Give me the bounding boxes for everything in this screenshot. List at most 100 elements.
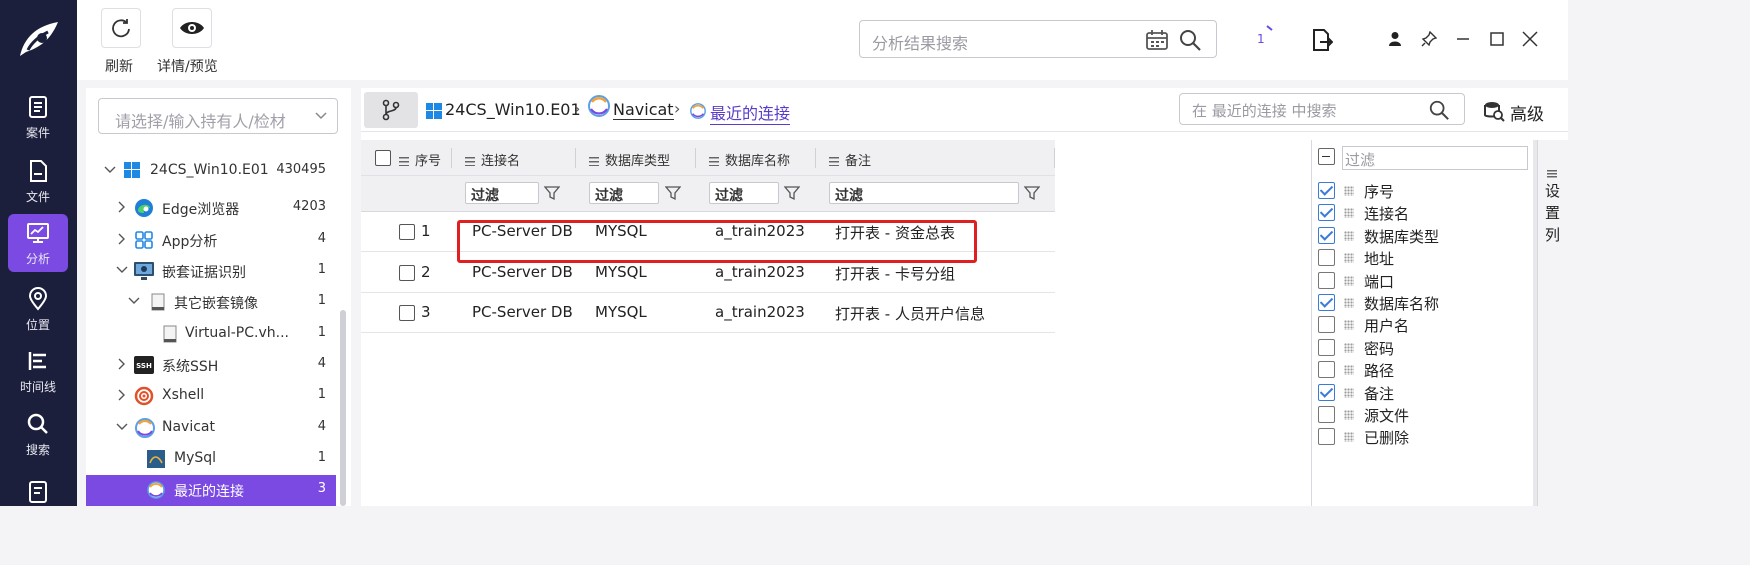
- column-settings-tab[interactable]: 设置列: [1537, 140, 1568, 506]
- tree-item-virtual-pc[interactable]: Virtual-PC.vh... 1: [86, 319, 336, 349]
- drag-handle-icon[interactable]: [1344, 387, 1354, 398]
- maximize-icon[interactable]: [1486, 28, 1508, 50]
- filter-icon[interactable]: [1024, 185, 1040, 201]
- close-icon[interactable]: [1519, 28, 1541, 50]
- filter-input-note[interactable]: 过滤: [829, 182, 1019, 204]
- column-option-checkbox[interactable]: [1318, 338, 1335, 356]
- refresh-button[interactable]: [101, 8, 141, 48]
- export-icon[interactable]: [1309, 27, 1335, 53]
- chevron-right-icon[interactable]: [116, 389, 128, 401]
- column-option[interactable]: 数据库名称: [1316, 292, 1516, 314]
- drag-handle-icon[interactable]: [1344, 275, 1354, 286]
- row-checkbox[interactable]: [399, 305, 415, 321]
- details-preview-button[interactable]: [172, 8, 212, 48]
- column-option-checkbox[interactable]: [1318, 428, 1335, 446]
- search-icon[interactable]: [1178, 28, 1202, 52]
- column-option-checkbox[interactable]: [1318, 226, 1335, 244]
- filter-icon[interactable]: [544, 185, 560, 201]
- column-option[interactable]: 连接名: [1316, 202, 1516, 224]
- column-option[interactable]: 端口: [1316, 270, 1516, 292]
- column-header-db-name[interactable]: 数据库名称: [709, 150, 790, 169]
- column-header-db-type[interactable]: 数据库类型: [589, 150, 670, 169]
- table-row[interactable]: 3 PC-Server DB MYSQL a_train2023 打开表 - 人…: [361, 293, 1055, 333]
- current-view-search-input[interactable]: 在 最近的连接 中搜索: [1179, 93, 1465, 125]
- column-option-checkbox[interactable]: [1318, 406, 1335, 423]
- drag-handle-icon[interactable]: [1344, 208, 1354, 219]
- column-header-note[interactable]: 备注: [829, 150, 871, 169]
- column-option-checkbox[interactable]: [1318, 204, 1335, 222]
- filter-icon[interactable]: [784, 185, 800, 201]
- holder-select-input[interactable]: 请选择/输入持有人/检材: [98, 98, 338, 134]
- column-option[interactable]: 密码: [1316, 337, 1516, 359]
- select-all-checkbox[interactable]: [375, 150, 391, 166]
- rail-case[interactable]: 案件: [8, 88, 68, 146]
- filter-icon[interactable]: [665, 185, 681, 201]
- tree-item-root[interactable]: 24CS_Win10.E01 430495: [86, 156, 336, 186]
- column-option[interactable]: 路径: [1316, 359, 1516, 381]
- rail-location[interactable]: 位置: [8, 280, 68, 338]
- column-option-checkbox[interactable]: [1318, 182, 1335, 199]
- chevron-down-icon[interactable]: [128, 295, 140, 307]
- drag-handle-icon[interactable]: [1344, 186, 1354, 196]
- tree-item-nested-evidence[interactable]: 嵌套证据识别 1: [86, 256, 336, 286]
- tree-item-app-analysis[interactable]: App分析 4: [86, 225, 336, 255]
- filter-input-db-name[interactable]: 过滤: [709, 182, 779, 204]
- analysis-search-input[interactable]: 分析结果搜索: [859, 20, 1217, 58]
- minimize-icon[interactable]: [1452, 28, 1474, 50]
- row-checkbox[interactable]: [399, 265, 415, 281]
- search-icon[interactable]: [1428, 99, 1450, 121]
- column-option[interactable]: 数据库类型: [1316, 225, 1516, 247]
- drag-handle-icon[interactable]: [1344, 410, 1354, 420]
- tree-item-system-ssh[interactable]: SSH 系统SSH 4: [86, 350, 336, 380]
- tree-item-navicat[interactable]: Navicat 4: [86, 413, 336, 443]
- drag-handle-icon[interactable]: [1344, 298, 1354, 308]
- column-option[interactable]: 序号: [1316, 180, 1516, 202]
- task-progress-indicator[interactable]: 1: [1253, 24, 1277, 48]
- breadcrumb-item-recent-connections[interactable]: 最近的连接: [710, 100, 791, 125]
- chevron-down-icon[interactable]: [116, 421, 128, 433]
- filter-input-db-type[interactable]: 过滤: [589, 182, 659, 204]
- rail-file[interactable]: 文件: [8, 152, 68, 210]
- drag-handle-icon[interactable]: [1344, 365, 1354, 376]
- tree-item-edge[interactable]: Edge浏览器 4203: [86, 193, 336, 223]
- column-option[interactable]: 用户名: [1316, 314, 1516, 336]
- rail-analysis[interactable]: 分析: [8, 214, 68, 272]
- column-option[interactable]: 已删除: [1316, 426, 1516, 448]
- column-option-checkbox[interactable]: [1318, 383, 1335, 401]
- chevron-right-icon[interactable]: [116, 201, 128, 213]
- chevron-down-icon[interactable]: [116, 264, 128, 276]
- column-option-checkbox[interactable]: [1318, 361, 1335, 379]
- branch-view-button[interactable]: [364, 92, 418, 128]
- column-option[interactable]: 备注: [1316, 382, 1516, 404]
- drag-handle-icon[interactable]: [1344, 432, 1354, 443]
- chevron-right-icon[interactable]: [116, 233, 128, 245]
- chevron-down-icon[interactable]: [104, 164, 116, 176]
- breadcrumb-item-evidence[interactable]: 24CS_Win10.E01: [445, 100, 581, 119]
- breadcrumb-item-navicat[interactable]: Navicat: [613, 100, 674, 120]
- column-option-checkbox[interactable]: [1318, 316, 1335, 334]
- chevron-right-icon[interactable]: [116, 358, 128, 370]
- user-icon[interactable]: [1384, 28, 1406, 50]
- tree-scrollbar[interactable]: [340, 310, 346, 506]
- drag-handle-icon[interactable]: [1344, 320, 1354, 331]
- tree-item-xshell[interactable]: Xshell 1: [86, 381, 336, 411]
- column-header-connection-name[interactable]: 连接名: [465, 150, 520, 169]
- drag-handle-icon[interactable]: [1344, 230, 1354, 241]
- row-checkbox[interactable]: [399, 224, 415, 240]
- tree-item-other-nested-image[interactable]: 其它嵌套镜像 1: [86, 287, 336, 317]
- tree-item-mysql[interactable]: MySql 1: [86, 444, 336, 474]
- report-icon[interactable]: [26, 478, 52, 504]
- pin-icon[interactable]: [1418, 28, 1440, 50]
- column-header-index[interactable]: 序号: [399, 150, 441, 169]
- rail-search[interactable]: 搜索: [8, 405, 68, 463]
- filter-input-connection-name[interactable]: 过滤: [465, 182, 539, 204]
- column-chooser-toggle-all[interactable]: [1318, 148, 1335, 165]
- column-option[interactable]: 源文件: [1316, 404, 1516, 426]
- rail-timeline[interactable]: 时间线: [8, 342, 68, 400]
- column-option-checkbox[interactable]: [1318, 294, 1335, 311]
- drag-handle-icon[interactable]: [1344, 342, 1354, 353]
- advanced-search-button[interactable]: 高级: [1483, 98, 1563, 125]
- calendar-icon[interactable]: [1145, 29, 1169, 51]
- column-option-checkbox[interactable]: [1318, 271, 1335, 289]
- column-chooser-filter-input[interactable]: 过滤: [1342, 146, 1528, 170]
